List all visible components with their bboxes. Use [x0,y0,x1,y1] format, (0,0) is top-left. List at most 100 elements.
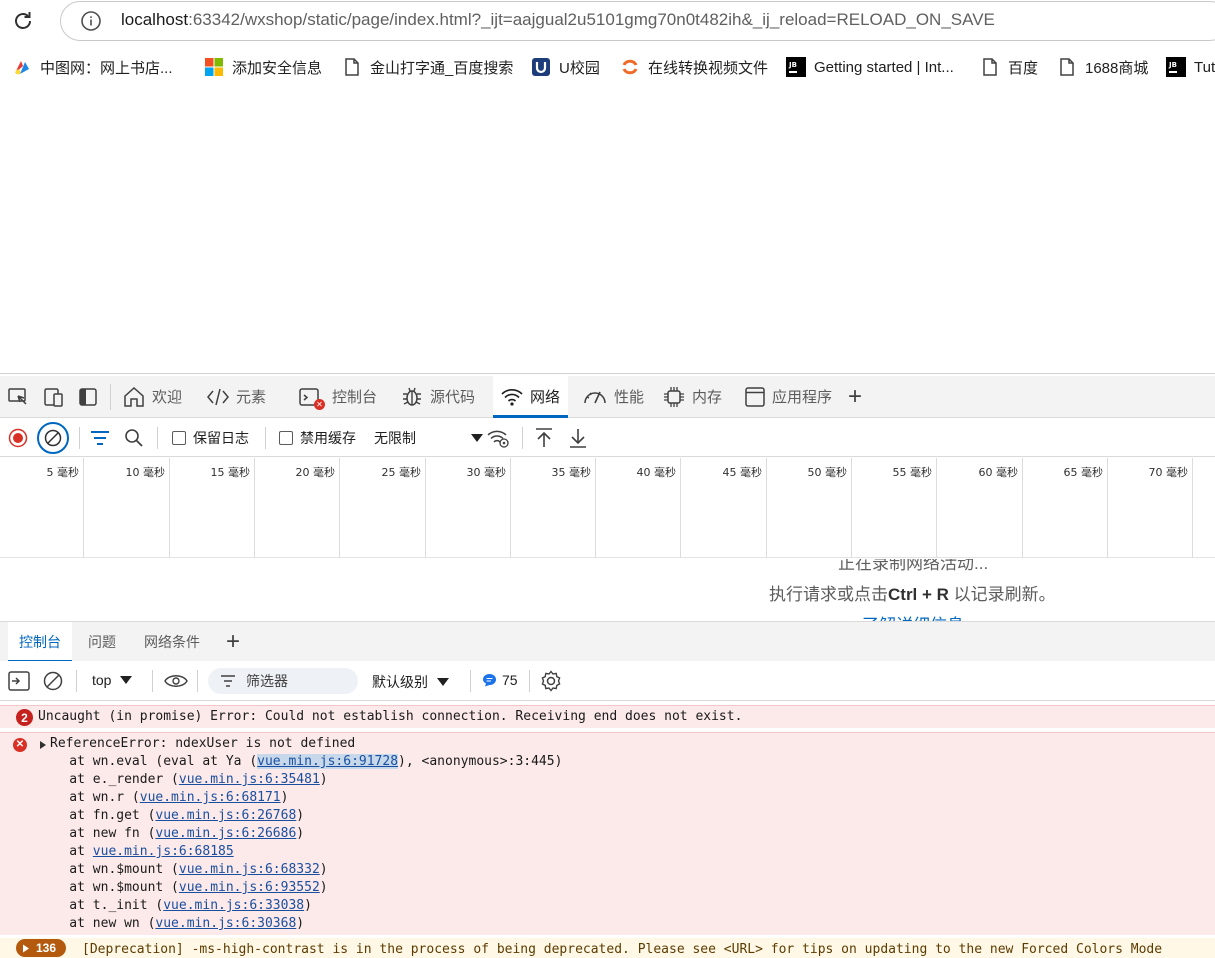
tab-network[interactable]: 网络 [493,376,569,418]
drawer-tab-network-conditions[interactable]: 网络条件 [144,622,200,662]
source-link[interactable]: vue.min.js:6:35481 [179,772,320,787]
bookmark-getting-started[interactable]: JB Getting started | Int... [786,56,954,78]
record-hint: 执行请求或点击Ctrl + R 以记录刷新。 [769,585,1056,604]
tab-welcome[interactable]: 欢迎 [120,376,184,417]
site-info-icon[interactable] [80,10,102,32]
filter-input[interactable]: 筛选器 [208,668,358,694]
add-tab-button[interactable]: + [848,376,862,417]
console-toolbar: top 筛选器 默认级别 75 [0,661,1215,701]
network-timeline-overview[interactable]: 5 毫秒 10 毫秒 15 毫秒 20 毫秒 25 毫秒 30 毫秒 35 毫秒 40 毫秒 4… [0,458,1215,558]
disable-cache-checkbox[interactable]: 禁用缓存 [279,428,356,448]
source-link[interactable]: vue.min.js:6:91728 [257,754,399,769]
import-har-icon[interactable] [534,427,554,449]
tab-console[interactable]: ✕ 控制台 [296,376,379,417]
bookmark-baidu[interactable]: 百度 [980,56,1038,78]
drawer-tab-console[interactable]: 控制台 [8,622,72,662]
filter-icon[interactable] [90,429,110,447]
device-emulation-icon[interactable] [42,386,64,408]
gear-icon[interactable] [540,670,562,692]
console-warning-message[interactable]: 136 [Deprecation] -ms-high-contrast is i… [0,938,1215,958]
timeline-gridline [510,458,511,558]
timeline-tick-label: 45 毫秒 [722,466,763,479]
export-har-icon[interactable] [568,427,588,449]
timeline-gridline [595,458,596,558]
search-icon[interactable] [124,428,144,448]
performance-icon [584,391,606,403]
timeline-tick-label: 5 毫秒 [46,466,80,479]
stack-frame: at wn.r (vue.min.js:6:68171) [38,790,289,805]
source-link[interactable]: vue.min.js:6:93552 [179,880,320,895]
code-icon [207,388,229,405]
separator [157,427,158,449]
inspect-icon[interactable] [7,386,29,408]
bug-icon [403,387,421,406]
tab-sources[interactable]: 源代码 [398,376,477,417]
tab-performance[interactable]: 性能 [580,376,646,417]
source-link[interactable]: vue.min.js:6:26686 [155,826,296,841]
timeline-tick-label: 60 毫秒 [978,466,1019,479]
page-icon [1057,57,1077,77]
console-sidebar-icon[interactable] [8,671,30,691]
tab-application[interactable]: 应用程序 [742,376,834,417]
console-error-message[interactable]: ✕ ReferenceError: ndexUser is not define… [0,732,1215,935]
timeline-gridline [254,458,255,558]
expand-arrow-icon[interactable] [39,740,47,750]
bookmark-convert[interactable]: 在线转换视频文件 [620,56,768,78]
source-link[interactable]: vue.min.js:6:68332 [179,862,320,877]
record-icon[interactable] [8,428,28,448]
bookmark-jinshan[interactable]: 金山打字通_百度搜索 [342,56,513,78]
chevron-down-icon [471,434,483,442]
source-link[interactable]: vue.min.js:6:26768 [155,808,296,823]
recording-message: 正在录制网络活动... [838,559,989,573]
timeline-gridline [339,458,340,558]
svg-text:JB: JB [1168,61,1177,69]
jetbrains-icon: JB [786,57,806,77]
log-level-select[interactable]: 默认级别 [372,672,450,692]
context-select[interactable]: top [92,672,133,688]
tab-memory[interactable]: 内存 [660,376,724,417]
error-text: Uncaught (in promise) Error: Could not e… [38,709,743,724]
source-link[interactable]: vue.min.js:6:68171 [140,790,281,805]
address-bar-row: localhost:63342/wxshop/static/page/index… [0,0,1215,44]
network-conditions-icon[interactable] [486,427,510,449]
tab-elements[interactable]: 元素 [204,376,268,417]
timeline-gridline [1022,458,1023,558]
zhongtu-icon [12,57,32,77]
bookmark-tut[interactable]: JB Tut [1166,56,1215,78]
bookmark-u-campus[interactable]: U校园 [531,56,600,78]
stack-frame: at e._render (vue.min.js:6:35481) [38,772,328,787]
checkbox[interactable] [279,431,293,445]
chevron-down-icon [120,676,133,684]
reload-icon[interactable] [10,8,36,34]
separator [152,670,153,692]
toggle-sidebar-icon[interactable] [77,386,99,408]
throttling-select[interactable]: 无限制 [374,428,484,448]
clear-console-icon[interactable] [43,671,63,691]
clear-button[interactable] [37,422,69,454]
url-text[interactable]: localhost:63342/wxshop/static/page/index… [121,10,995,30]
preserve-log-checkbox[interactable]: 保留日志 [172,428,249,448]
drawer-tab-issues[interactable]: 问题 [88,622,116,662]
timeline-gridline [425,458,426,558]
stack-frame: at t._init (vue.min.js:6:33038) [38,898,312,913]
timeline-tick-label: 25 毫秒 [381,466,422,479]
drawer-add-tab-button[interactable]: + [226,622,240,662]
console-error-indicator: ✕ [314,398,325,410]
console-error-message[interactable]: 2 Uncaught (in promise) Error: Could not… [0,705,1215,728]
u-icon [531,57,551,77]
source-link[interactable]: vue.min.js:6:30368 [155,916,296,931]
bookmark-security[interactable]: 添加安全信息 [204,56,322,78]
separator [197,670,198,692]
warning-count-badge: 136 [16,939,66,957]
bookmark-1688[interactable]: 1688商城 [1057,56,1148,78]
message-count[interactable]: 75 [482,672,518,688]
separator [522,427,523,449]
source-link[interactable]: vue.min.js:6:68185 [93,844,234,859]
learn-more-link[interactable]: 了解详细信息 [862,611,964,621]
repeat-count-badge: 2 [16,709,33,726]
checkbox[interactable] [172,431,186,445]
warning-text: [Deprecation] -ms-high-contrast is in th… [82,942,1163,957]
eye-icon[interactable] [164,672,188,690]
source-link[interactable]: vue.min.js:6:33038 [163,898,304,913]
bookmark-zhongtu[interactable]: 中图网：网上书店... [12,56,173,78]
